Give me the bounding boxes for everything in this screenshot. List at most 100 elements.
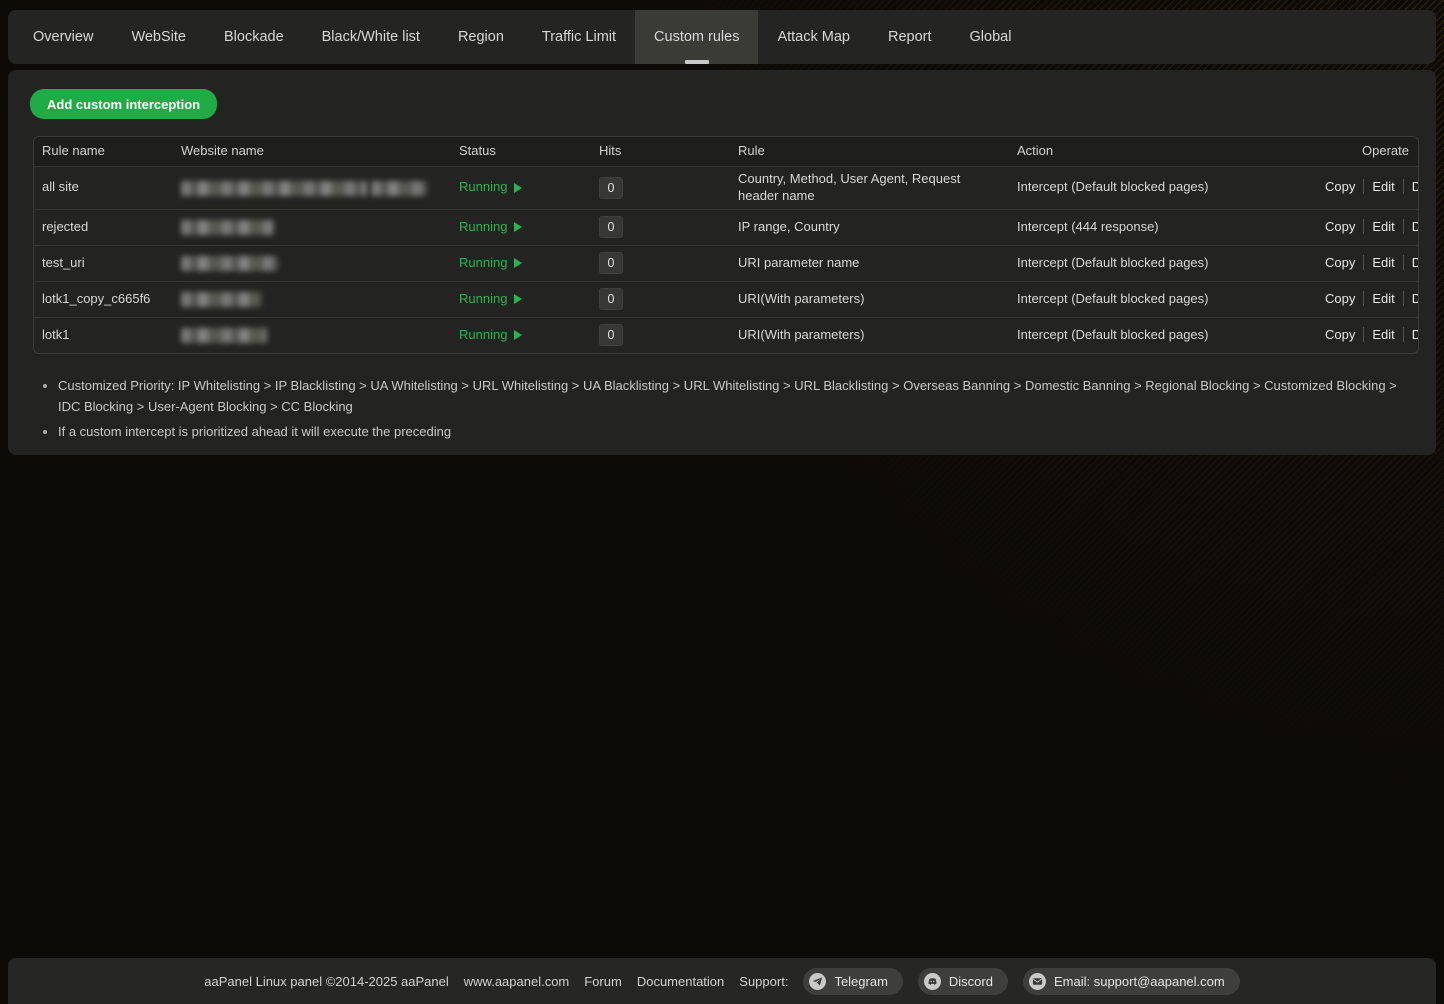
- tab-region[interactable]: Region: [439, 10, 523, 64]
- copyright-text: aaPanel Linux panel ©2014-2025 aaPanel: [204, 974, 449, 989]
- redacted-text-block: [371, 181, 427, 196]
- rule-name: test_uri: [34, 251, 173, 276]
- edit-button[interactable]: Edit: [1363, 255, 1402, 270]
- documentation-link[interactable]: Documentation: [637, 974, 724, 989]
- status-label: Running: [459, 179, 507, 196]
- status-toggle[interactable]: Running: [459, 327, 581, 344]
- edit-button[interactable]: Edit: [1363, 291, 1402, 306]
- operate-cell: CopyEditDelete: [1309, 251, 1419, 276]
- tab-label: Attack Map: [777, 29, 850, 45]
- tab-label: Custom rules: [654, 29, 739, 45]
- tab-custom-rules[interactable]: Custom rules: [635, 10, 758, 64]
- operate-cell: CopyEditDelete: [1309, 287, 1419, 312]
- rule-name: lotk1_copy_c665f6: [34, 287, 173, 312]
- col-header-status: Status: [451, 139, 591, 164]
- hits-badge: 0: [599, 288, 623, 310]
- website-name-redacted: [173, 215, 451, 240]
- active-tab-indicator: [685, 60, 709, 64]
- discord-icon: [924, 973, 941, 990]
- edit-button[interactable]: Edit: [1363, 327, 1402, 342]
- redacted-text-block: [181, 292, 261, 307]
- tab-overview[interactable]: Overview: [14, 10, 112, 64]
- tab-label: Overview: [33, 29, 93, 45]
- operate-cell: CopyEditDelete: [1309, 175, 1419, 200]
- action-summary: Intercept (Default blocked pages): [1009, 323, 1309, 348]
- website-link[interactable]: www.aapanel.com: [464, 974, 570, 989]
- copy-button[interactable]: Copy: [1317, 219, 1363, 234]
- tab-label: Black/White list: [322, 29, 420, 45]
- delete-button[interactable]: Delete: [1403, 291, 1419, 306]
- copy-button[interactable]: Copy: [1317, 327, 1363, 342]
- tab-website[interactable]: WebSite: [112, 10, 205, 64]
- rule-summary: IP range, Country: [730, 215, 1009, 240]
- copy-button[interactable]: Copy: [1317, 291, 1363, 306]
- redacted-text-block: [181, 256, 278, 271]
- redacted-text-block: [181, 328, 267, 343]
- status-label: Running: [459, 219, 507, 236]
- forum-link[interactable]: Forum: [584, 974, 622, 989]
- status-toggle[interactable]: Running: [459, 179, 581, 196]
- play-icon: [514, 294, 522, 304]
- hits-badge: 0: [599, 216, 623, 238]
- tab-label: Global: [970, 29, 1012, 45]
- tab-label: Region: [458, 29, 504, 45]
- copy-button[interactable]: Copy: [1317, 255, 1363, 270]
- tab-label: Report: [888, 29, 932, 45]
- tab-attack-map[interactable]: Attack Map: [758, 10, 869, 64]
- status-toggle[interactable]: Running: [459, 255, 581, 272]
- discord-button[interactable]: Discord: [918, 968, 1008, 995]
- note-priority-order: Customized Priority: IP Whitelisting > I…: [58, 376, 1419, 418]
- email-icon: [1029, 973, 1046, 990]
- rules-table: Rule name Website name Status Hits Rule …: [33, 136, 1419, 354]
- note-intercept-priority: If a custom intercept is prioritized ahe…: [58, 422, 1419, 443]
- telegram-label: Telegram: [834, 974, 887, 989]
- tab-label: Blockade: [224, 29, 284, 45]
- tab-report[interactable]: Report: [869, 10, 951, 64]
- play-icon: [514, 183, 522, 193]
- play-icon: [514, 258, 522, 268]
- table-row: lotk1 Running 0 URI(With parameters) Int…: [34, 317, 1418, 353]
- status-label: Running: [459, 255, 507, 272]
- rule-summary: Country, Method, User Agent, Request hea…: [730, 167, 1009, 209]
- table-row: lotk1_copy_c665f6 Running 0 URI(With par…: [34, 281, 1418, 317]
- col-header-rule: Rule: [730, 139, 1009, 164]
- tab-blockade[interactable]: Blockade: [205, 10, 303, 64]
- action-summary: Intercept (Default blocked pages): [1009, 175, 1309, 200]
- delete-button[interactable]: Delete: [1403, 255, 1419, 270]
- copy-button[interactable]: Copy: [1317, 179, 1363, 194]
- status-toggle[interactable]: Running: [459, 291, 581, 308]
- email-support-button[interactable]: Email: support@aapanel.com: [1023, 968, 1240, 995]
- edit-button[interactable]: Edit: [1363, 219, 1402, 234]
- status-label: Running: [459, 291, 507, 308]
- table-header-row: Rule name Website name Status Hits Rule …: [34, 137, 1418, 166]
- custom-rules-panel: Add custom interception Rule name Websit…: [8, 70, 1436, 455]
- add-custom-interception-button[interactable]: Add custom interception: [30, 89, 217, 119]
- edit-button[interactable]: Edit: [1363, 179, 1402, 194]
- status-label: Running: [459, 327, 507, 344]
- rule-summary: URI(With parameters): [730, 323, 1009, 348]
- operate-cell: CopyEditDelete: [1309, 323, 1419, 348]
- telegram-button[interactable]: Telegram: [803, 968, 902, 995]
- rule-name: lotk1: [34, 323, 173, 348]
- support-label: Support:: [739, 974, 788, 989]
- table-row: all site Running 0 Country, Method, User…: [34, 166, 1418, 209]
- tab-traffic-limit[interactable]: Traffic Limit: [523, 10, 635, 64]
- delete-button[interactable]: Delete: [1403, 179, 1419, 194]
- delete-button[interactable]: Delete: [1403, 219, 1419, 234]
- footer-bar: aaPanel Linux panel ©2014-2025 aaPanel w…: [8, 958, 1436, 1004]
- discord-label: Discord: [949, 974, 993, 989]
- delete-button[interactable]: Delete: [1403, 327, 1419, 342]
- rule-summary: URI parameter name: [730, 251, 1009, 276]
- operate-cell: CopyEditDelete: [1309, 215, 1419, 240]
- table-row: rejected Running 0 IP range, Country Int…: [34, 209, 1418, 245]
- hits-badge: 0: [599, 177, 623, 199]
- status-toggle[interactable]: Running: [459, 219, 581, 236]
- col-header-action: Action: [1009, 139, 1309, 164]
- tab-black-white-list[interactable]: Black/White list: [303, 10, 439, 64]
- table-row: test_uri Running 0 URI parameter name In…: [34, 245, 1418, 281]
- tab-global[interactable]: Global: [951, 10, 1031, 64]
- col-header-website-name: Website name: [173, 139, 451, 164]
- notes-list: Customized Priority: IP Whitelisting > I…: [25, 376, 1419, 443]
- rule-summary: URI(With parameters): [730, 287, 1009, 312]
- play-icon: [514, 330, 522, 340]
